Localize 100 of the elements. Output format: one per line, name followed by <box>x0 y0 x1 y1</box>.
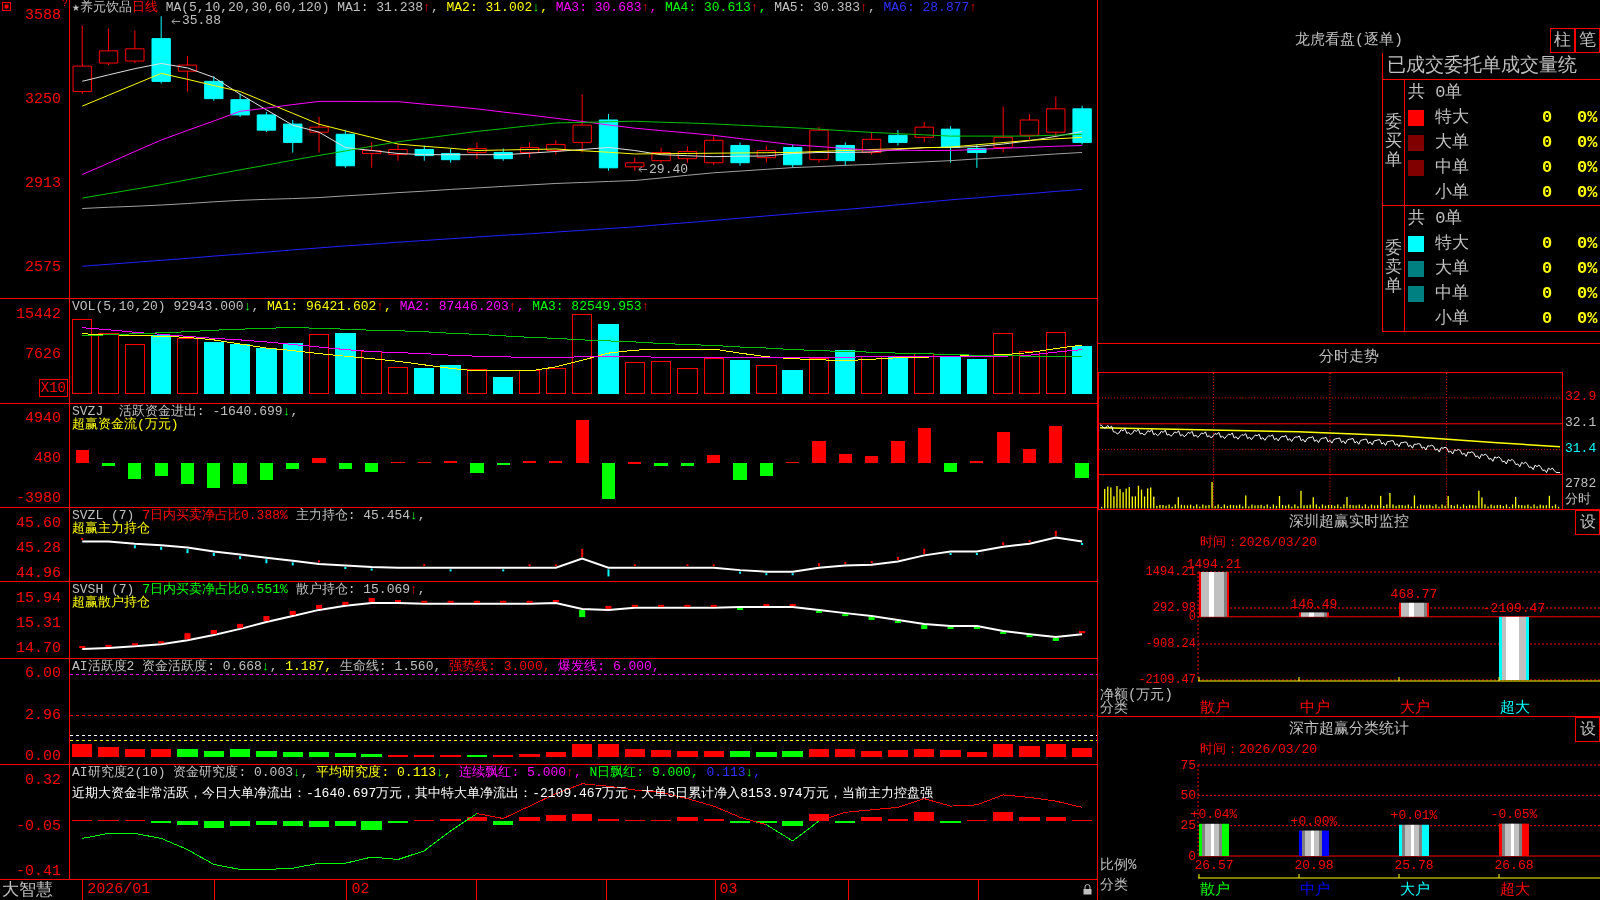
order-count: 0 <box>1542 132 1553 152</box>
order-count: 0 <box>1542 283 1553 303</box>
indicator-legend: SVSH (7) 7日内买卖净占比0.551% 散户持仓: 15.069↑, <box>72 583 426 596</box>
indicator-caption: 超赢散户持仓 <box>72 596 150 609</box>
candlestick <box>940 125 961 164</box>
axis-title: 分类 <box>1100 877 1128 893</box>
change-tick <box>318 559 321 564</box>
group-label: 委买单 <box>1385 114 1402 171</box>
change-tick <box>923 547 926 555</box>
change-mark <box>316 604 323 609</box>
axis-label: 0 <box>1188 848 1196 864</box>
view-mode-button[interactable]: 柱 <box>1550 28 1575 53</box>
change-tick <box>212 552 215 558</box>
order-share: 0% <box>1577 182 1598 202</box>
change-tick <box>81 536 84 541</box>
change-mark <box>710 604 717 607</box>
candlestick <box>335 129 356 169</box>
indicator-caption: 超赢资金流(万元) <box>72 418 179 431</box>
change-mark <box>552 600 559 602</box>
brand-label: 大智慧 <box>2 880 53 900</box>
change-label: +0.01% <box>1390 808 1438 824</box>
axis-label: 15.94 <box>16 590 61 607</box>
candlestick <box>283 119 303 154</box>
view-mode-button[interactable]: 笔 <box>1575 28 1600 53</box>
axis-label: 75 <box>1180 758 1196 773</box>
axis-label: 3250 <box>25 92 61 109</box>
order-share: 0% <box>1577 233 1598 253</box>
change-mark <box>473 600 480 603</box>
change-mark <box>1026 635 1033 638</box>
category-label: 中户 <box>1300 881 1330 899</box>
candlestick <box>440 148 461 164</box>
net-amount-bar <box>1199 572 1229 617</box>
order-count: 0 <box>1542 182 1553 202</box>
candlestick <box>1072 105 1092 145</box>
change-tick <box>607 568 610 578</box>
candlestick <box>967 143 987 169</box>
candlestick <box>362 141 382 169</box>
axis-title: 比例% <box>1100 857 1137 873</box>
settings-button[interactable]: 设 <box>1575 717 1600 742</box>
order-share: 0% <box>1577 157 1598 177</box>
change-tick <box>291 561 294 567</box>
axis-label: 0.00 <box>25 748 61 765</box>
change-tick <box>133 544 136 550</box>
change-tick <box>554 563 557 568</box>
axis-label: 2575 <box>25 259 61 276</box>
time-label: 时间：2026/03/20 <box>1200 742 1317 758</box>
axis-label: -0.41 <box>16 863 61 880</box>
category-label: 散户 <box>1200 881 1230 899</box>
change-mark <box>868 616 875 620</box>
change-tick <box>370 567 373 572</box>
axis-label: 3588 <box>25 8 61 25</box>
high-price-label: 35.88 <box>181 14 221 29</box>
order-count: 0 <box>1542 258 1553 278</box>
order-count: 0 <box>1542 157 1553 177</box>
indicator-legend: AI活跃度2 资金活跃度: 0.668↓, 1.187, 生命线: 1.560, 强势线: 3.000, 爆发线: 6.000, <box>72 660 660 673</box>
candlestick <box>651 146 671 164</box>
order-count: 0 <box>1542 107 1553 127</box>
change-mark <box>684 604 691 607</box>
axis-label: 2913 <box>25 175 61 192</box>
value-label: 26.57 <box>1194 857 1234 873</box>
change-tick <box>1002 541 1005 547</box>
change-tick <box>502 568 505 573</box>
candlestick <box>993 106 1013 154</box>
category-label: 超大 <box>1500 881 1530 899</box>
change-mark <box>237 623 244 628</box>
change-mark <box>158 641 165 644</box>
order-share: 0% <box>1577 283 1598 303</box>
change-tick <box>186 548 189 555</box>
category-label: 大户 <box>1400 881 1430 899</box>
low-price-label: 29.40 <box>649 162 689 177</box>
value-label: 25.78 <box>1394 857 1434 873</box>
change-mark <box>368 598 375 602</box>
change-tick <box>423 563 426 568</box>
order-total: 共 0单 <box>1408 83 1463 102</box>
axis-label: 45.60 <box>16 516 61 533</box>
date-label: 02 <box>351 881 370 899</box>
order-total: 共 0单 <box>1408 209 1463 228</box>
change-mark <box>842 614 849 617</box>
row-label: 特大 <box>1435 107 1469 127</box>
candlestick <box>230 93 250 118</box>
category-label: 中户 <box>1300 699 1330 716</box>
left-arrow-icon <box>638 166 649 174</box>
row-label: 中单 <box>1435 157 1469 177</box>
indicator-legend: VOL(5,10,20) 92943.000↓, MA1: 96421.602↑, MA2: 87446.203↑, MA3: 82549.953↑ <box>72 300 650 313</box>
change-mark <box>815 610 823 613</box>
change-tick <box>449 568 452 573</box>
settings-button[interactable]: 设 <box>1575 510 1600 535</box>
change-mark <box>447 600 454 603</box>
net-amount-bar <box>1299 612 1329 617</box>
order-share: 0% <box>1577 258 1598 278</box>
row-label: 大单 <box>1435 132 1469 152</box>
candlestick <box>72 24 92 95</box>
category-label: 超大 <box>1500 699 1530 716</box>
change-mark <box>421 600 428 603</box>
change-tick <box>818 562 820 568</box>
change-mark <box>79 646 86 649</box>
axis-label: 480 <box>34 451 61 468</box>
candlestick <box>835 141 855 167</box>
table-title: 已成交委托单成交量统 <box>1387 55 1577 77</box>
change-tick <box>791 572 794 577</box>
